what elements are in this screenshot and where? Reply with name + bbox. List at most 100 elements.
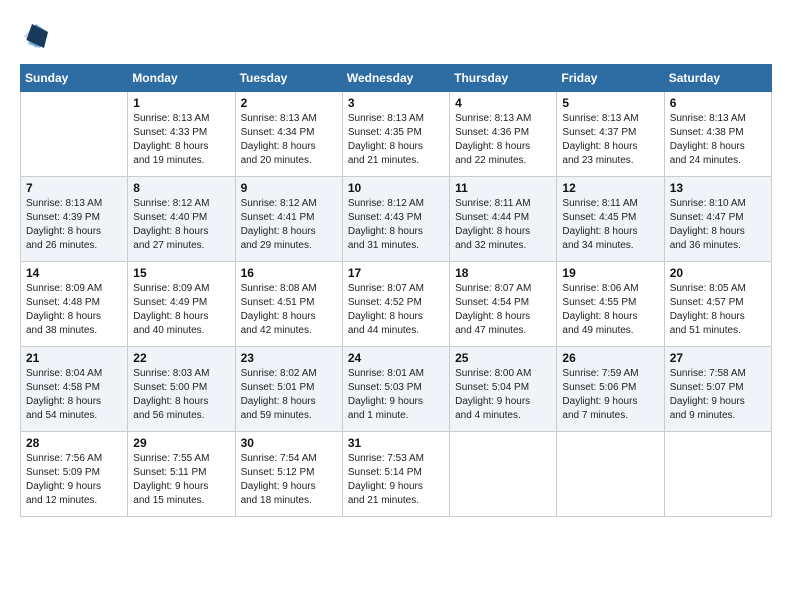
calendar-cell: 7Sunrise: 8:13 AM Sunset: 4:39 PM Daylig…	[21, 177, 128, 262]
calendar-cell: 12 Sunrise: 8:11 AM Sunset: 4:45 PM Dayli…	[557, 177, 664, 262]
calendar-cell	[557, 432, 664, 517]
day-number: 21	[26, 351, 122, 365]
day-info: Sunrise: 8:09 AM Sunset: 4:49 PM Dayligh…	[133, 282, 229, 338]
day-info: Sunrise: 8:05 AM Sunset: 4:57 PM Dayligh…	[670, 282, 766, 338]
day-info: Sunrise: 8:07 AM Sunset: 4:52 PM Dayligh…	[348, 282, 444, 338]
day-number: 28	[26, 436, 122, 450]
day-info: Sunrise: 8:13 AM Sunset: 4:35 PM Dayligh…	[348, 112, 444, 168]
weekday-header-tuesday: Tuesday	[235, 65, 342, 92]
day-info: Sunrise: 7:54 AM Sunset: 5:12 PM Dayligh…	[241, 452, 337, 508]
day-number: 11	[455, 181, 551, 195]
day-info: Sunrise: 8:09 AM Sunset: 4:48 PM Dayligh…	[26, 282, 122, 338]
day-number: 2	[241, 96, 337, 110]
calendar-cell	[21, 92, 128, 177]
day-info: Sunrise: 8:13 AM Sunset: 4:36 PM Dayligh…	[455, 112, 551, 168]
day-number: 1	[133, 96, 229, 110]
day-info: Sunrise: 8:13 AM Sunset: 4:33 PM Dayligh…	[133, 112, 229, 168]
day-number: 25	[455, 351, 551, 365]
calendar-cell: 24Sunrise: 8:01 AM Sunset: 5:03 PM Dayli…	[342, 347, 449, 432]
weekday-header-saturday: Saturday	[664, 65, 771, 92]
day-number: 3	[348, 96, 444, 110]
day-number: 18	[455, 266, 551, 280]
day-info: Sunrise: 8:12 AM Sunset: 4:40 PM Dayligh…	[133, 197, 229, 253]
week-row-4: 21 Sunrise: 8:04 AM Sunset: 4:58 PM Dayli…	[21, 347, 772, 432]
day-number: 6	[670, 96, 766, 110]
week-row-2: 7Sunrise: 8:13 AM Sunset: 4:39 PM Daylig…	[21, 177, 772, 262]
calendar-cell: 8 Sunrise: 8:12 AM Sunset: 4:40 PM Daylig…	[128, 177, 235, 262]
day-info: Sunrise: 8:13 AM Sunset: 4:39 PM Dayligh…	[26, 197, 122, 253]
calendar-cell: 20 Sunrise: 8:05 AM Sunset: 4:57 PM Dayli…	[664, 262, 771, 347]
calendar-cell: 19Sunrise: 8:06 AM Sunset: 4:55 PM Dayli…	[557, 262, 664, 347]
calendar-cell: 30 Sunrise: 7:54 AM Sunset: 5:12 PM Dayli…	[235, 432, 342, 517]
calendar-cell: 15 Sunrise: 8:09 AM Sunset: 4:49 PM Dayli…	[128, 262, 235, 347]
weekday-header-row: SundayMondayTuesdayWednesdayThursdayFrid…	[21, 65, 772, 92]
calendar-cell: 2 Sunrise: 8:13 AM Sunset: 4:34 PM Daylig…	[235, 92, 342, 177]
day-info: Sunrise: 8:10 AM Sunset: 4:47 PM Dayligh…	[670, 197, 766, 253]
calendar-cell: 10 Sunrise: 8:12 AM Sunset: 4:43 PM Dayli…	[342, 177, 449, 262]
calendar-cell: 5Sunrise: 8:13 AM Sunset: 4:37 PM Daylig…	[557, 92, 664, 177]
page: SundayMondayTuesdayWednesdayThursdayFrid…	[0, 0, 792, 612]
day-info: Sunrise: 8:08 AM Sunset: 4:51 PM Dayligh…	[241, 282, 337, 338]
calendar-cell: 13 Sunrise: 8:10 AM Sunset: 4:47 PM Dayli…	[664, 177, 771, 262]
calendar-cell: 6Sunrise: 8:13 AM Sunset: 4:38 PM Daylig…	[664, 92, 771, 177]
day-number: 8	[133, 181, 229, 195]
calendar-cell: 21 Sunrise: 8:04 AM Sunset: 4:58 PM Dayli…	[21, 347, 128, 432]
day-number: 30	[241, 436, 337, 450]
day-info: Sunrise: 7:53 AM Sunset: 5:14 PM Dayligh…	[348, 452, 444, 508]
day-number: 14	[26, 266, 122, 280]
day-info: Sunrise: 8:13 AM Sunset: 4:34 PM Dayligh…	[241, 112, 337, 168]
header	[20, 20, 772, 52]
day-number: 15	[133, 266, 229, 280]
calendar-cell: 18 Sunrise: 8:07 AM Sunset: 4:54 PM Dayli…	[450, 262, 557, 347]
calendar-cell: 28 Sunrise: 7:56 AM Sunset: 5:09 PM Dayli…	[21, 432, 128, 517]
week-row-3: 14 Sunrise: 8:09 AM Sunset: 4:48 PM Dayli…	[21, 262, 772, 347]
calendar-cell: 4 Sunrise: 8:13 AM Sunset: 4:36 PM Daylig…	[450, 92, 557, 177]
day-number: 12	[562, 181, 658, 195]
calendar-cell: 11 Sunrise: 8:11 AM Sunset: 4:44 PM Dayli…	[450, 177, 557, 262]
day-info: Sunrise: 8:07 AM Sunset: 4:54 PM Dayligh…	[455, 282, 551, 338]
calendar-cell: 26 Sunrise: 7:59 AM Sunset: 5:06 PM Dayli…	[557, 347, 664, 432]
day-info: Sunrise: 7:59 AM Sunset: 5:06 PM Dayligh…	[562, 367, 658, 423]
week-row-5: 28 Sunrise: 7:56 AM Sunset: 5:09 PM Dayli…	[21, 432, 772, 517]
weekday-header-monday: Monday	[128, 65, 235, 92]
day-info: Sunrise: 8:03 AM Sunset: 5:00 PM Dayligh…	[133, 367, 229, 423]
day-number: 20	[670, 266, 766, 280]
calendar-cell	[450, 432, 557, 517]
calendar-cell	[664, 432, 771, 517]
day-number: 13	[670, 181, 766, 195]
day-info: Sunrise: 7:55 AM Sunset: 5:11 PM Dayligh…	[133, 452, 229, 508]
day-info: Sunrise: 8:04 AM Sunset: 4:58 PM Dayligh…	[26, 367, 122, 423]
day-number: 26	[562, 351, 658, 365]
calendar-cell: 1 Sunrise: 8:13 AM Sunset: 4:33 PM Daylig…	[128, 92, 235, 177]
day-number: 31	[348, 436, 444, 450]
calendar-cell: 3 Sunrise: 8:13 AM Sunset: 4:35 PM Daylig…	[342, 92, 449, 177]
day-number: 29	[133, 436, 229, 450]
calendar-cell: 22 Sunrise: 8:03 AM Sunset: 5:00 PM Dayli…	[128, 347, 235, 432]
calendar-cell: 9 Sunrise: 8:12 AM Sunset: 4:41 PM Daylig…	[235, 177, 342, 262]
day-number: 4	[455, 96, 551, 110]
weekday-header-thursday: Thursday	[450, 65, 557, 92]
day-number: 23	[241, 351, 337, 365]
day-info: Sunrise: 7:56 AM Sunset: 5:09 PM Dayligh…	[26, 452, 122, 508]
day-number: 9	[241, 181, 337, 195]
weekday-header-friday: Friday	[557, 65, 664, 92]
day-info: Sunrise: 8:13 AM Sunset: 4:37 PM Dayligh…	[562, 112, 658, 168]
day-info: Sunrise: 8:11 AM Sunset: 4:44 PM Dayligh…	[455, 197, 551, 253]
day-number: 16	[241, 266, 337, 280]
day-info: Sunrise: 8:11 AM Sunset: 4:45 PM Dayligh…	[562, 197, 658, 253]
calendar-cell: 29 Sunrise: 7:55 AM Sunset: 5:11 PM Dayli…	[128, 432, 235, 517]
calendar-cell: 31 Sunrise: 7:53 AM Sunset: 5:14 PM Dayli…	[342, 432, 449, 517]
day-info: Sunrise: 8:12 AM Sunset: 4:43 PM Dayligh…	[348, 197, 444, 253]
calendar-cell: 17Sunrise: 8:07 AM Sunset: 4:52 PM Dayli…	[342, 262, 449, 347]
day-info: Sunrise: 8:00 AM Sunset: 5:04 PM Dayligh…	[455, 367, 551, 423]
day-number: 19	[562, 266, 658, 280]
calendar-cell: 16 Sunrise: 8:08 AM Sunset: 4:51 PM Dayli…	[235, 262, 342, 347]
day-number: 24	[348, 351, 444, 365]
day-number: 10	[348, 181, 444, 195]
day-info: Sunrise: 8:12 AM Sunset: 4:41 PM Dayligh…	[241, 197, 337, 253]
calendar-cell: 25 Sunrise: 8:00 AM Sunset: 5:04 PM Dayli…	[450, 347, 557, 432]
logo-icon	[20, 20, 52, 52]
day-number: 27	[670, 351, 766, 365]
day-number: 22	[133, 351, 229, 365]
calendar: SundayMondayTuesdayWednesdayThursdayFrid…	[20, 64, 772, 517]
